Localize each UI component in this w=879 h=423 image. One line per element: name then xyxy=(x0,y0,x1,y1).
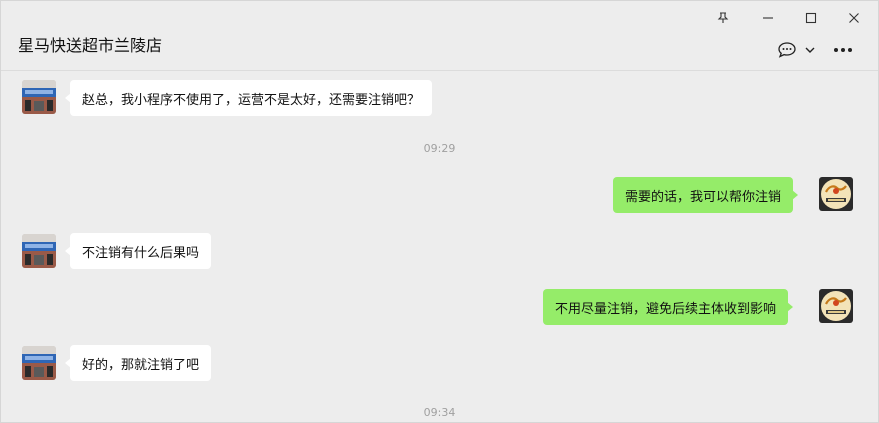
pin-icon[interactable] xyxy=(710,7,736,29)
contact-avatar[interactable] xyxy=(22,346,56,380)
message-timestamp: 09:29 xyxy=(423,142,456,155)
chat-title: 星马快送超市兰陵店 xyxy=(18,36,163,55)
message-bubble[interactable]: 不注销有什么后果吗 xyxy=(64,233,212,269)
message-bubble[interactable]: 需要的话，我可以帮你注销 xyxy=(613,177,799,213)
chevron-down-icon[interactable] xyxy=(802,41,818,59)
minimize-icon[interactable] xyxy=(755,7,781,29)
message-bubble[interactable]: 好的，那就注销了吧 xyxy=(64,345,212,381)
chat-window: 星马快送超市兰陵店 赵总，我小程序不使用了，运营不是太好，还需要注销吧？ 09:… xyxy=(0,0,879,423)
maximize-icon[interactable] xyxy=(798,7,824,29)
contact-avatar[interactable] xyxy=(22,234,56,268)
my-avatar[interactable] xyxy=(819,289,853,323)
more-icon[interactable] xyxy=(831,39,855,61)
contact-avatar[interactable] xyxy=(22,80,56,114)
title-bar: 星马快送超市兰陵店 xyxy=(1,1,878,71)
message-list[interactable]: 赵总，我小程序不使用了，运营不是太好，还需要注销吧？ 09:29 需要的话，我可… xyxy=(1,71,878,422)
my-avatar[interactable] xyxy=(819,177,853,211)
chat-bubble-icon[interactable] xyxy=(775,39,799,61)
message-bubble[interactable]: 赵总，我小程序不使用了，运营不是太好，还需要注销吧？ xyxy=(64,80,433,116)
message-timestamp: 09:34 xyxy=(423,406,456,419)
message-bubble[interactable]: 不用尽量注销，避免后续主体收到影响 xyxy=(543,289,794,325)
close-icon[interactable] xyxy=(841,7,867,29)
